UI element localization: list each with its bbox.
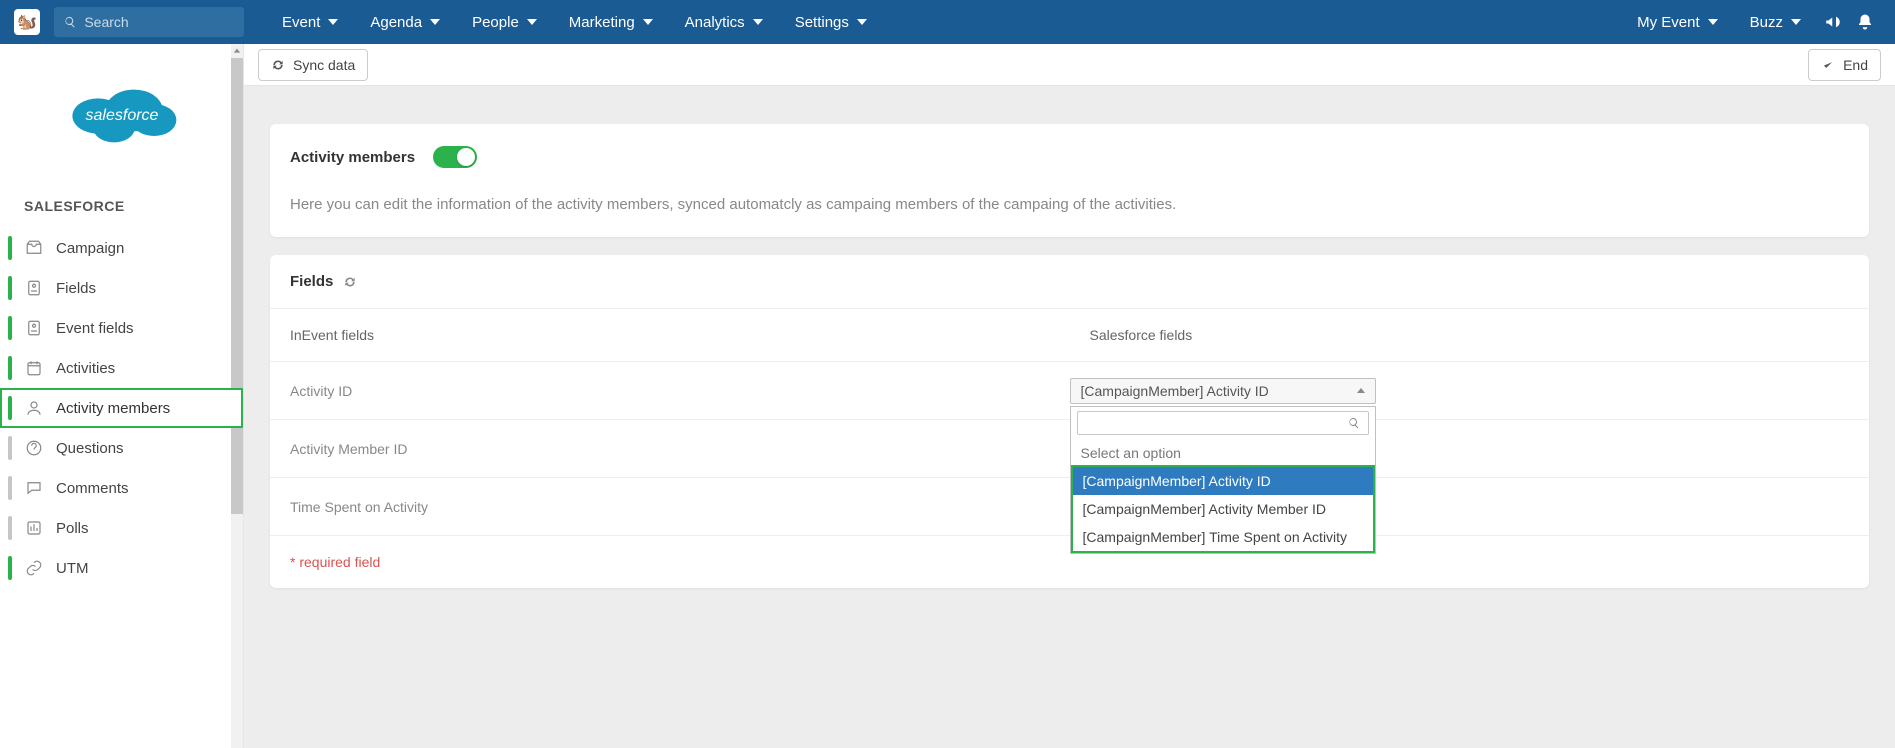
fields-title: Fields xyxy=(290,273,333,290)
search-icon xyxy=(1348,417,1360,429)
dropdown-option[interactable]: [CampaignMember] Time Spent on Activity xyxy=(1073,523,1373,551)
sidebar-item-utm[interactable]: UTM xyxy=(0,548,243,588)
sidebar-item-campaign[interactable]: Campaign xyxy=(0,228,243,268)
chart-icon xyxy=(24,519,44,537)
sidebar-item-fields[interactable]: Fields xyxy=(0,268,243,308)
announcements-button[interactable] xyxy=(1817,0,1849,44)
sidebar-item-label: Fields xyxy=(56,280,96,297)
sidebar-item-comments[interactable]: Comments xyxy=(0,468,243,508)
sidebar-scroll-up[interactable] xyxy=(231,44,243,58)
card-description: Here you can edit the information of the… xyxy=(290,194,1849,215)
menu-event[interactable]: Event xyxy=(266,0,354,44)
menu-buzz[interactable]: Buzz xyxy=(1734,0,1817,44)
menu-marketing[interactable]: Marketing xyxy=(553,0,669,44)
chat-icon xyxy=(24,479,44,497)
sidebar-item-label: Activities xyxy=(56,360,115,377)
sync-data-label: Sync data xyxy=(293,57,355,73)
sidebar-item-event-fields[interactable]: Event fields xyxy=(0,308,243,348)
dropdown-option-group: [CampaignMember] Activity ID [CampaignMe… xyxy=(1071,465,1375,553)
menu-analytics[interactable]: Analytics xyxy=(669,0,779,44)
chevron-up-icon xyxy=(1357,388,1365,393)
menu-my-event[interactable]: My Event xyxy=(1621,0,1734,44)
badge-icon xyxy=(24,319,44,337)
top-nav: 🐿️ Event Agenda People Marketing Analyti… xyxy=(0,0,1895,44)
main-content: Sync data End Activity members Here you … xyxy=(244,44,1895,748)
end-label: End xyxy=(1843,57,1868,73)
inbox-icon xyxy=(24,239,44,257)
activity-members-card: Activity members Here you can edit the i… xyxy=(270,124,1869,237)
refresh-icon xyxy=(271,58,285,72)
sidebar: salesforce SALESFORCE Campaign Fields Ev… xyxy=(0,44,244,748)
end-button[interactable]: End xyxy=(1808,49,1881,81)
sidebar-item-label: UTM xyxy=(56,560,89,577)
field-row: Activity ID [CampaignMember] Activity ID xyxy=(270,362,1869,420)
main-menu: Event Agenda People Marketing Analytics … xyxy=(266,0,883,44)
field-label: Activity Member ID xyxy=(290,441,1070,457)
sidebar-item-label: Comments xyxy=(56,480,129,497)
sidebar-item-activities[interactable]: Activities xyxy=(0,348,243,388)
dropdown-selected-value: [CampaignMember] Activity ID xyxy=(1081,383,1269,399)
badge-icon xyxy=(24,279,44,297)
salesforce-field-dropdown[interactable]: [CampaignMember] Activity ID xyxy=(1070,378,1376,404)
user-icon xyxy=(24,399,44,417)
search-icon xyxy=(64,15,76,29)
check-icon xyxy=(1821,58,1835,72)
refresh-icon[interactable] xyxy=(343,275,357,289)
content-toolbar: Sync data End xyxy=(244,44,1895,86)
column-header-inevent: InEvent fields xyxy=(270,309,1070,361)
column-header-salesforce: Salesforce fields xyxy=(1070,309,1870,361)
app-logo[interactable]: 🐿️ xyxy=(14,9,40,35)
dropdown-option[interactable]: [CampaignMember] Activity Member ID xyxy=(1073,495,1373,523)
sidebar-item-label: Questions xyxy=(56,440,124,457)
salesforce-logo: salesforce xyxy=(0,72,243,152)
sidebar-item-label: Polls xyxy=(56,520,89,537)
calendar-icon xyxy=(24,359,44,377)
sidebar-item-label: Campaign xyxy=(56,240,124,257)
dropdown-panel: Select an option [CampaignMember] Activi… xyxy=(1070,406,1376,554)
dropdown-option[interactable]: [CampaignMember] Activity ID xyxy=(1073,465,1373,495)
svg-text:salesforce: salesforce xyxy=(85,107,158,124)
dropdown-option-placeholder[interactable]: Select an option xyxy=(1071,439,1375,467)
menu-settings[interactable]: Settings xyxy=(779,0,883,44)
global-search[interactable] xyxy=(54,7,244,37)
card-title: Activity members xyxy=(290,149,415,166)
notifications-button[interactable] xyxy=(1849,0,1881,44)
link-icon xyxy=(24,559,44,577)
activity-members-toggle[interactable] xyxy=(433,146,477,168)
fields-card: Fields InEvent fields Salesforce fields … xyxy=(270,255,1869,588)
menu-agenda[interactable]: Agenda xyxy=(354,0,456,44)
field-label: Time Spent on Activity xyxy=(290,499,1070,515)
sidebar-item-label: Event fields xyxy=(56,320,134,337)
menu-people[interactable]: People xyxy=(456,0,553,44)
sidebar-item-label: Activity members xyxy=(56,400,170,417)
sidebar-item-questions[interactable]: Questions xyxy=(0,428,243,468)
sidebar-item-activity-members[interactable]: Activity members xyxy=(0,388,243,428)
sync-data-button[interactable]: Sync data xyxy=(258,49,368,81)
bell-icon xyxy=(1856,13,1874,31)
search-input[interactable] xyxy=(84,14,234,30)
sidebar-item-polls[interactable]: Polls xyxy=(0,508,243,548)
field-label: Activity ID xyxy=(290,383,1070,399)
help-icon xyxy=(24,439,44,457)
sidebar-section-title: SALESFORCE xyxy=(0,198,243,228)
megaphone-icon xyxy=(1824,13,1842,31)
dropdown-search-input[interactable] xyxy=(1077,411,1369,435)
